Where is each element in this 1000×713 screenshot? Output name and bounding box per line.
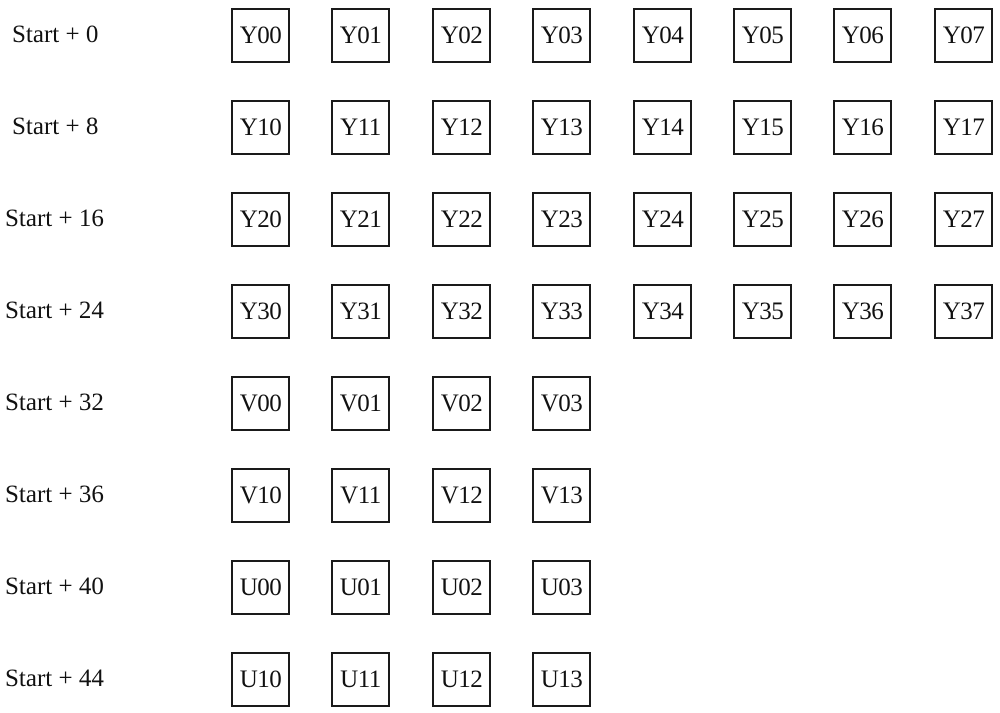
row-offset-label: Start + 16 — [5, 205, 104, 232]
sample-cell: Y25 — [733, 192, 792, 247]
offset-row: Start + 8 Y10 Y11 Y12 Y13 Y14 Y15 Y16 Y17 — [0, 100, 1000, 155]
sample-cell: U00 — [231, 560, 290, 615]
sample-cell: Y36 — [833, 284, 892, 339]
sample-cell: U11 — [331, 652, 390, 707]
sample-cell: Y05 — [733, 8, 792, 63]
sample-cell: Y34 — [633, 284, 692, 339]
row-offset-label: Start + 32 — [5, 389, 104, 416]
sample-cell: Y15 — [733, 100, 792, 155]
offset-row: Start + 24 Y30 Y31 Y32 Y33 Y34 Y35 Y36 Y37 — [0, 284, 1000, 339]
sample-cell: Y23 — [532, 192, 591, 247]
sample-cell: Y26 — [833, 192, 892, 247]
sample-cell: Y00 — [231, 8, 290, 63]
sample-cell: Y02 — [432, 8, 491, 63]
sample-cell: Y07 — [934, 8, 993, 63]
sample-cell: Y17 — [934, 100, 993, 155]
sample-cell: U13 — [532, 652, 591, 707]
sample-cell: U01 — [331, 560, 390, 615]
sample-cell: Y03 — [532, 8, 591, 63]
sample-cell: Y16 — [833, 100, 892, 155]
sample-cell: Y35 — [733, 284, 792, 339]
row-offset-label: Start + 44 — [5, 665, 104, 692]
row-offset-label: Start + 40 — [5, 573, 104, 600]
sample-cell: Y31 — [331, 284, 390, 339]
sample-cell: Y37 — [934, 284, 993, 339]
sample-cell: U03 — [532, 560, 591, 615]
sample-cell: V12 — [432, 468, 491, 523]
row-offset-label: Start + 36 — [5, 481, 104, 508]
sample-cell: U12 — [432, 652, 491, 707]
sample-cell: V02 — [432, 376, 491, 431]
sample-cell: V11 — [331, 468, 390, 523]
sample-cell: Y21 — [331, 192, 390, 247]
sample-cell: Y13 — [532, 100, 591, 155]
offset-row: Start + 36 V10 V11 V12 V13 — [0, 468, 1000, 523]
row-offset-label: Start + 24 — [5, 297, 104, 324]
sample-cell: U10 — [231, 652, 290, 707]
offset-row: Start + 0 Y00 Y01 Y02 Y03 Y04 Y05 Y06 Y07 — [0, 8, 1000, 63]
sample-cell: Y14 — [633, 100, 692, 155]
sample-cell: V00 — [231, 376, 290, 431]
offset-row: Start + 16 Y20 Y21 Y22 Y23 Y24 Y25 Y26 Y27 — [0, 192, 1000, 247]
sample-cell: Y24 — [633, 192, 692, 247]
sample-cell: Y20 — [231, 192, 290, 247]
sample-cell: V03 — [532, 376, 591, 431]
sample-cell: Y12 — [432, 100, 491, 155]
offset-row: Start + 40 U00 U01 U02 U03 — [0, 560, 1000, 615]
sample-cell: Y11 — [331, 100, 390, 155]
sample-cell: Y04 — [633, 8, 692, 63]
sample-cell: Y32 — [432, 284, 491, 339]
sample-cell: Y06 — [833, 8, 892, 63]
sample-cell: Y22 — [432, 192, 491, 247]
offset-row: Start + 32 V00 V01 V02 V03 — [0, 376, 1000, 431]
sample-cell: Y10 — [231, 100, 290, 155]
row-offset-label: Start + 8 — [12, 113, 99, 140]
sample-cell: U02 — [432, 560, 491, 615]
sample-cell: V13 — [532, 468, 591, 523]
sample-cell: Y27 — [934, 192, 993, 247]
sample-cell: V10 — [231, 468, 290, 523]
sample-cell: V01 — [331, 376, 390, 431]
row-offset-label: Start + 0 — [12, 21, 99, 48]
sample-cell: Y01 — [331, 8, 390, 63]
sample-cell: Y30 — [231, 284, 290, 339]
offset-row: Start + 44 U10 U11 U12 U13 — [0, 652, 1000, 707]
sample-cell: Y33 — [532, 284, 591, 339]
